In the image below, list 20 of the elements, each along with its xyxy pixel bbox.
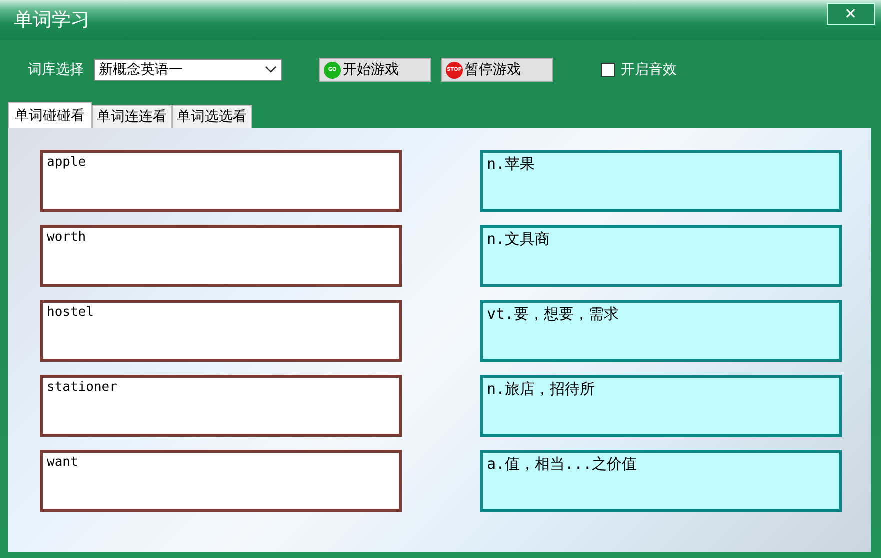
library-label: 词库选择	[28, 61, 84, 79]
sound-label: 开启音效	[621, 61, 677, 79]
tab[interactable]: 单词选选看	[172, 105, 252, 128]
close-button[interactable]: ✕	[827, 3, 875, 25]
sound-checkbox[interactable]	[601, 63, 615, 77]
word-card[interactable]: apple	[40, 150, 402, 212]
meaning-card[interactable]: vt.要，想要，需求	[480, 300, 842, 362]
library-dropdown[interactable]: 新概念英语一	[94, 59, 282, 81]
word-card[interactable]: hostel	[40, 300, 402, 362]
meaning-card[interactable]: n.文具商	[480, 225, 842, 287]
tab[interactable]: 单词连连看	[92, 105, 172, 128]
tab[interactable]: 单词碰碰看	[8, 102, 92, 128]
meaning-card[interactable]: n.旅店，招待所	[480, 375, 842, 437]
caret-icon	[265, 66, 277, 74]
word-card[interactable]: want	[40, 450, 402, 512]
meaning-card[interactable]: n.苹果	[480, 150, 842, 212]
word-card[interactable]: worth	[40, 225, 402, 287]
word-card[interactable]: stationer	[40, 375, 402, 437]
window-title: 单词学习	[14, 8, 90, 33]
meaning-card[interactable]: a.值，相当...之价值	[480, 450, 842, 512]
